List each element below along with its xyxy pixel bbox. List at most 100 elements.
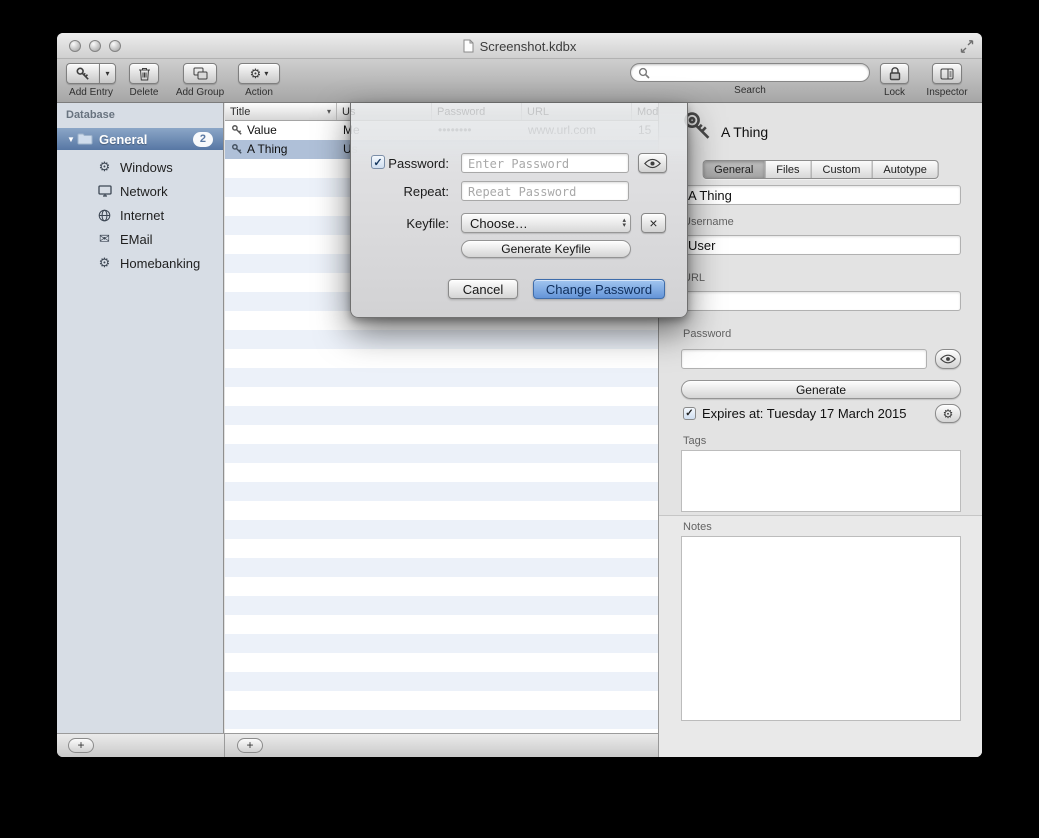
trash-icon (138, 67, 151, 81)
inspector-control: Inspector (923, 63, 971, 98)
sidebar-item-label: Homebanking (120, 256, 200, 271)
tab-general[interactable]: General (703, 161, 765, 178)
gear-icon: ⚙ (943, 407, 954, 421)
delete-button[interactable] (129, 63, 159, 84)
window-title-area: Screenshot.kdbx (57, 33, 982, 59)
action-label: Action (245, 87, 273, 98)
add-entry-label: Add Entry (69, 87, 113, 98)
lock-label: Lock (884, 87, 905, 98)
add-entry-dropdown-button[interactable]: ▾ (99, 63, 116, 84)
notes-label: Notes (683, 521, 712, 533)
change-password-button[interactable]: Change Password (533, 279, 665, 299)
envelope-icon: ✉ (97, 231, 112, 247)
expires-gear-button[interactable]: ⚙ (935, 404, 961, 423)
disclosure-triangle-icon[interactable]: ▼ (67, 135, 77, 144)
sidebar-item-windows[interactable]: ⚙ Windows (57, 155, 223, 179)
sheet-repeat-input[interactable] (461, 181, 629, 201)
inspector-tabs: General Files Custom Autotype (702, 160, 939, 179)
add-entry-button[interactable] (66, 63, 99, 84)
sidebar-item-internet[interactable]: Internet (57, 203, 223, 227)
tags-field[interactable] (681, 450, 961, 512)
screen-background: Screenshot.kdbx ▾ Add E (0, 0, 1039, 838)
chevron-down-icon: ▾ (264, 69, 268, 78)
sidebar-item-label: EMail (120, 232, 153, 247)
entry-title: A Thing (247, 140, 333, 159)
popup-arrows-icon: ▴▾ (622, 218, 626, 228)
sidebar-item-email[interactable]: ✉ EMail (57, 227, 223, 251)
lock-button[interactable] (880, 63, 909, 84)
bottom-bar: + + (57, 733, 658, 757)
column-header-title[interactable]: Title ▾ (225, 103, 337, 120)
eye-icon (940, 354, 956, 364)
keyfile-popup-button[interactable]: Choose… ▴▾ (461, 213, 631, 233)
sidebar-section-header: Database (66, 109, 115, 121)
sidebar-item-label: Windows (120, 160, 173, 175)
inspector-panel: A Thing General Files Custom Autotype Us… (658, 103, 982, 757)
username-label: Username (683, 216, 734, 228)
keyfile-popup-value: Choose… (470, 216, 528, 231)
url-field[interactable] (681, 291, 961, 311)
gear-icon: ⚙ (97, 159, 112, 175)
gear-icon: ⚙ (250, 66, 262, 82)
password-field[interactable] (681, 349, 927, 369)
delete-label: Delete (130, 87, 159, 98)
add-group-control: Add Group (172, 63, 228, 98)
display-icon (97, 185, 112, 197)
gear-icon: ⚙ (97, 255, 112, 271)
sheet-repeat-label: Repeat: (351, 184, 449, 199)
add-group-plus-button[interactable]: + (68, 738, 94, 753)
titlebar[interactable]: Screenshot.kdbx (57, 33, 982, 59)
cancel-button[interactable]: Cancel (448, 279, 518, 299)
bottom-bar-divider (224, 734, 225, 757)
fullscreen-icon[interactable] (960, 40, 974, 53)
username-field[interactable] (681, 235, 961, 255)
generate-password-button[interactable]: Generate (681, 380, 961, 399)
add-group-button[interactable] (183, 63, 217, 84)
sidebar-item-label: Internet (120, 208, 164, 223)
expires-checkbox-checked[interactable]: ✓ (683, 407, 696, 420)
sidebar-group-general[interactable]: ▼ General 2 (57, 128, 223, 150)
column-label: Title (230, 106, 250, 118)
search-input[interactable] (630, 63, 870, 82)
add-entry-control: ▾ Add Entry (66, 63, 116, 98)
sheet-password-label: Password: (351, 156, 449, 171)
eye-icon (644, 158, 661, 169)
sidebar-item-homebanking[interactable]: ⚙ Homebanking (57, 251, 223, 275)
lock-icon (889, 67, 901, 81)
delete-control: Delete (129, 63, 159, 98)
key-icon (75, 66, 91, 82)
globe-icon (97, 209, 112, 222)
inspector-entry-title: A Thing (721, 124, 768, 140)
reveal-password-button[interactable] (935, 349, 961, 369)
search-icon (638, 67, 650, 79)
sidebar-item-label: Network (120, 184, 168, 199)
add-group-label: Add Group (176, 87, 224, 98)
sheet-reveal-password-button[interactable] (638, 153, 667, 173)
key-icon (231, 143, 243, 155)
tags-label: Tags (683, 435, 706, 447)
action-control: ⚙ ▾ Action (238, 63, 280, 98)
add-entry-plus-button[interactable]: + (237, 738, 263, 753)
change-password-sheet: ✓ Password: Repeat: Keyfile: Choose… ▴▾ … (350, 103, 688, 318)
inspector-panel-icon-button[interactable] (932, 63, 962, 84)
tab-custom[interactable]: Custom (812, 161, 873, 178)
key-icon (231, 124, 243, 136)
notes-field[interactable] (681, 536, 961, 721)
folder-icon (77, 133, 93, 145)
app-window: Screenshot.kdbx ▾ Add E (57, 33, 982, 757)
sidebar-group-label: General (99, 132, 147, 147)
sheet-password-input[interactable] (461, 153, 629, 173)
action-button[interactable]: ⚙ ▾ (238, 63, 280, 84)
tab-autotype[interactable]: Autotype (872, 161, 937, 178)
tab-files[interactable]: Files (765, 161, 811, 178)
generate-keyfile-button[interactable]: Generate Keyfile (461, 240, 631, 258)
clear-keyfile-button[interactable]: × (641, 213, 666, 233)
sidebar-item-network[interactable]: Network (57, 179, 223, 203)
search-label: Search (734, 85, 766, 96)
group-folder-icon (193, 67, 208, 80)
password-label: Password (683, 328, 731, 340)
entry-title: Value (247, 121, 333, 140)
search-control: Search (630, 63, 870, 96)
title-field[interactable] (681, 185, 961, 205)
inspector-label: Inspector (926, 87, 967, 98)
